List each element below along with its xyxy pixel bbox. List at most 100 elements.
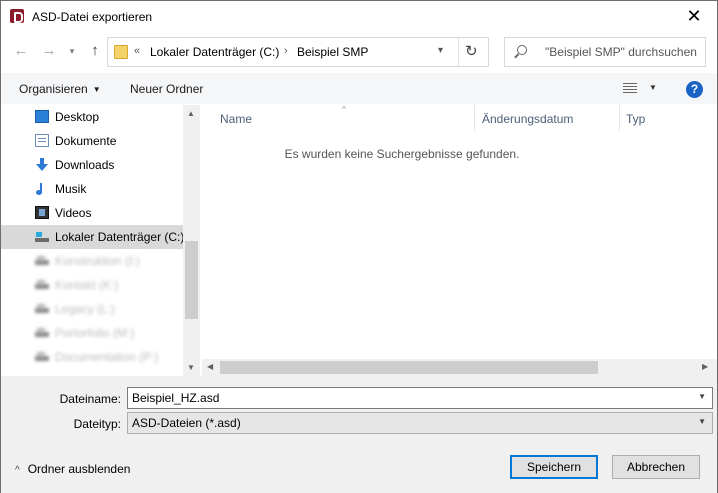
sidebar-item-local-drive[interactable]: Lokaler Datenträger (C:)	[1, 225, 185, 249]
search-icon	[517, 45, 527, 55]
window-title: ASD-Datei exportieren	[32, 10, 153, 24]
file-list[interactable]: ^ Name Änderungsdatum Typ Es wurden kein…	[202, 105, 717, 376]
filename-field[interactable]: Beispiel_HZ.asd ▼	[127, 387, 713, 409]
sidebar-item-label: Portorfolio (M:)	[55, 326, 135, 340]
column-header-label: Typ	[626, 112, 646, 126]
title-bar: ASD-Datei exportieren ✕	[1, 1, 717, 32]
organize-button[interactable]: Organisieren ▼	[19, 82, 101, 96]
chevron-down-icon[interactable]: ▼	[698, 392, 706, 401]
filetype-value: ASD-Dateien (*.asd)	[132, 416, 241, 430]
sidebar-item-label: Documentation (P:)	[55, 350, 159, 364]
back-button[interactable]: ←	[12, 42, 30, 60]
sidebar-item-label: Konstruktion (I:)	[55, 254, 140, 268]
scroll-left-icon[interactable]: ◀	[207, 362, 213, 371]
navigation-pane: Desktop Dokumente Downloads Musik Videos…	[1, 105, 201, 376]
address-history-chevron-icon[interactable]: ▾	[438, 45, 443, 56]
chevron-down-icon: ▾	[69, 46, 75, 56]
search-input[interactable]: "Beispiel SMP" durchsuchen	[504, 37, 706, 67]
sidebar-item-videos[interactable]: Videos	[1, 201, 183, 225]
column-header-name[interactable]: Name	[202, 105, 474, 131]
sidebar-item-label: Dokumente	[55, 134, 117, 148]
sidebar-item-network-drive[interactable]: Portorfolio (M:)	[1, 321, 183, 345]
close-icon: ✕	[686, 6, 702, 26]
forward-button[interactable]: →	[40, 42, 58, 60]
cancel-button[interactable]: Abbrechen	[612, 455, 700, 479]
dialog-footer: Dateiname: Beispiel_HZ.asd ▼ Dateityp: A…	[1, 376, 717, 493]
column-header-modified[interactable]: Änderungsdatum	[475, 105, 619, 131]
sidebar-item-label: Videos	[55, 206, 92, 220]
hide-folders-label: Ordner ausblenden	[27, 462, 131, 476]
sidebar-item-label: Musik	[55, 182, 87, 196]
network-drive-icon	[35, 254, 49, 267]
folder-icon	[114, 45, 128, 59]
drive-icon	[35, 230, 49, 243]
sidebar-item-network-drive[interactable]: Kontakt (K:)	[1, 273, 183, 297]
sidebar-item-label: Lokaler Datenträger (C:)	[55, 230, 185, 244]
column-header-type[interactable]: Typ	[620, 105, 717, 131]
breadcrumb-item-folder[interactable]: Beispiel SMP	[297, 45, 368, 59]
scrollbar-thumb[interactable]	[220, 361, 598, 374]
filetype-select[interactable]: ASD-Dateien (*.asd) ▼	[127, 412, 713, 434]
address-bar[interactable]: « Lokaler Datenträger (C:) › Beispiel SM…	[107, 37, 489, 67]
breadcrumb-item-drive[interactable]: Lokaler Datenträger (C:)	[150, 45, 279, 59]
network-drive-icon	[35, 302, 49, 315]
refresh-icon[interactable]: ↻	[465, 42, 478, 60]
chevron-down-icon: ▼	[92, 85, 101, 94]
scroll-right-icon[interactable]: ▶	[702, 362, 708, 371]
recent-locations-button[interactable]: ▾	[63, 42, 81, 60]
sidebar-item-label: Desktop	[55, 110, 100, 124]
navigation-row: ← → ▾ ↑ « Lokaler Datenträger (C:) › Bei…	[1, 34, 717, 70]
network-drive-icon	[35, 278, 49, 291]
sidebar-item-downloads[interactable]: Downloads	[1, 153, 183, 177]
forward-arrow-icon: →	[41, 42, 57, 59]
organize-label: Organisieren	[19, 82, 88, 96]
navigation-pane-scrollbar[interactable]: ▲ ▼	[183, 105, 200, 376]
scroll-up-icon[interactable]: ▲	[187, 109, 195, 118]
breadcrumb-separator-icon[interactable]: ›	[284, 45, 288, 57]
divider	[458, 38, 459, 66]
desktop-icon	[35, 110, 49, 123]
save-button[interactable]: Speichern	[510, 455, 598, 479]
column-header-label: Änderungsdatum	[482, 112, 574, 126]
app-logo-icon	[10, 9, 24, 23]
new-folder-label: Neuer Ordner	[130, 82, 204, 96]
new-folder-button[interactable]: Neuer Ordner	[130, 82, 203, 96]
up-arrow-icon: ↑	[91, 42, 99, 59]
scrollbar-thumb[interactable]	[185, 241, 198, 319]
sidebar-item-desktop[interactable]: Desktop	[1, 105, 183, 129]
sidebar-item-network-drive[interactable]: Konstruktion (I:)	[1, 249, 183, 273]
documents-icon	[35, 134, 49, 147]
search-placeholder: "Beispiel SMP" durchsuchen	[545, 45, 697, 59]
sidebar-item-label: Downloads	[55, 158, 115, 172]
scroll-down-icon[interactable]: ▼	[187, 363, 195, 372]
videos-icon	[35, 206, 49, 219]
empty-results-message: Es wurden keine Suchergebnisse gefunden.	[284, 147, 520, 161]
sidebar-item-network-drive[interactable]: Legacy (L:)	[1, 297, 183, 321]
hide-folders-button[interactable]: ^ Ordner ausblenden	[15, 462, 130, 476]
filetype-label: Dateityp:	[73, 417, 121, 431]
close-button[interactable]: ✕	[671, 1, 717, 32]
help-icon[interactable]: ?	[686, 81, 703, 98]
sidebar-item-network-drive[interactable]: Documentation (P:)	[1, 345, 183, 369]
filename-label: Dateiname:	[59, 392, 121, 406]
sidebar-item-music[interactable]: Musik	[1, 177, 183, 201]
sidebar-item-label: Legacy (L:)	[55, 302, 116, 316]
network-drive-icon	[35, 350, 49, 363]
up-button[interactable]: ↑	[86, 42, 104, 60]
back-arrow-icon: ←	[13, 42, 29, 59]
filename-value: Beispiel_HZ.asd	[132, 391, 220, 405]
breadcrumb-overflow-icon[interactable]: «	[134, 45, 140, 57]
chevron-down-icon[interactable]: ▼	[649, 83, 657, 92]
sidebar-item-documents[interactable]: Dokumente	[1, 129, 183, 153]
downloads-icon	[35, 158, 49, 171]
music-icon	[35, 182, 49, 195]
sidebar-item-label: Kontakt (K:)	[55, 278, 119, 292]
column-header-label: Name	[220, 112, 253, 126]
chevron-up-icon: ^	[15, 465, 20, 476]
view-options-icon[interactable]	[623, 83, 637, 94]
network-drive-icon	[35, 326, 49, 339]
chevron-down-icon[interactable]: ▼	[698, 417, 706, 426]
save-dialog: ASD-Datei exportieren ✕ ← → ▾ ↑ « Lokale…	[0, 0, 718, 493]
file-list-horizontal-scrollbar[interactable]: ◀ ▶	[202, 359, 717, 376]
command-toolbar: Organisieren ▼ Neuer Ordner ▼ ?	[1, 72, 717, 104]
